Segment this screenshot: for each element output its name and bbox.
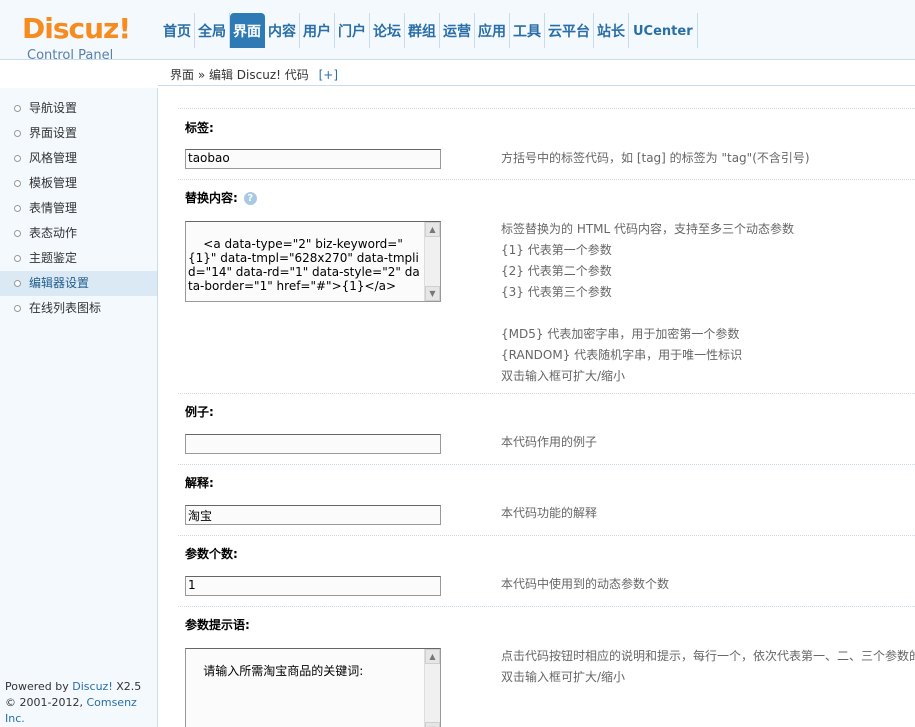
tag-input[interactable]: taobao bbox=[185, 149, 441, 169]
row-divider bbox=[178, 108, 915, 109]
sidebar: 导航设置 界面设置 风格管理 模板管理 表情管理 表态动作 主题鉴定 编辑器设置 在线列表图标 … bbox=[0, 88, 158, 727]
nav-tab[interactable]: 云平台 bbox=[545, 13, 594, 48]
breadcrumb: 界面 » 编辑 Discuz! 代码 [+] bbox=[170, 66, 338, 83]
tip-line: {RANDOM} 代表随机字串，用于唯一性标识 bbox=[501, 348, 743, 362]
replace-tips: 标签替换为的 HTML 代码内容，支持至多三个动态参数 {1} 代表第一个参数 {2… bbox=[501, 219, 794, 387]
textarea-scrollbar[interactable]: ▲ ▼ bbox=[424, 649, 440, 727]
params-label: 参数个数: bbox=[185, 547, 238, 561]
header: Discuz! Control Panel 首页 全局 界面 内容 用户 门户 论坛 群组 运营… bbox=[0, 0, 915, 63]
explain-label: 解释: bbox=[185, 476, 214, 490]
row-divider bbox=[178, 393, 915, 394]
scroll-down-icon[interactable]: ▼ bbox=[425, 722, 440, 727]
sidebar-menu: 导航设置 界面设置 风格管理 模板管理 表情管理 表态动作 主题鉴定 编辑器设置 在线列表图标 bbox=[0, 88, 157, 321]
params-tip: 本代码中使用到的动态参数个数 bbox=[501, 577, 670, 591]
copyright: © 2001-2012, Comsenz Inc. bbox=[5, 695, 157, 727]
sidebar-item[interactable]: 模板管理 bbox=[0, 171, 157, 196]
tip-line: {3} 代表第三个参数 bbox=[501, 285, 612, 299]
tip-line: 标签替换为的 HTML 代码内容，支持至多三个动态参数 bbox=[501, 222, 795, 236]
tip-line: {1} 代表第一个参数 bbox=[501, 243, 612, 257]
sidebar-item[interactable]: 风格管理 bbox=[0, 146, 157, 171]
scroll-down-icon[interactable]: ▼ bbox=[425, 286, 440, 301]
row-divider bbox=[178, 606, 915, 607]
tip-line: 点击代码按钮时相应的说明和提示，每行一个，依次代表第一、二、三个参数的 bbox=[501, 649, 915, 663]
example-tip: 本代码作用的例子 bbox=[501, 435, 598, 449]
tag-tip: 方括号中的标签代码，如 [tag] 的标签为 "tag"(不含引号) bbox=[501, 151, 810, 165]
textarea-scrollbar[interactable]: ▲ ▼ bbox=[424, 222, 440, 301]
sidebar-item[interactable]: 主题鉴定 bbox=[0, 246, 157, 271]
top-nav: 首页 全局 界面 内容 用户 门户 论坛 群组 运营 应用 工具 云平台 站长 UCenter bbox=[160, 13, 698, 48]
logo[interactable]: Discuz! Control Panel bbox=[0, 0, 158, 63]
sidebar-item[interactable]: 导航设置 bbox=[0, 96, 157, 121]
sidebar-item[interactable]: 界面设置 bbox=[0, 121, 157, 146]
tip-line bbox=[501, 303, 794, 324]
replace-label-wrap: 替换内容:? bbox=[185, 189, 257, 206]
add-shortcut-link[interactable]: [+] bbox=[319, 68, 338, 82]
powered-version: X2.5 bbox=[112, 680, 142, 693]
nav-tab[interactable]: 全局 bbox=[195, 13, 230, 48]
prompt-textarea[interactable]: 请输入所需淘宝商品的关键词: ▲ ▼ bbox=[185, 648, 441, 727]
replace-label: 替换内容: bbox=[185, 191, 238, 205]
logo-sub: Control Panel bbox=[27, 48, 114, 63]
prompt-label: 参数提示语: bbox=[185, 618, 250, 632]
powered-prefix: Powered by bbox=[5, 680, 73, 693]
nav-tab[interactable]: 门户 bbox=[335, 13, 370, 48]
params-input[interactable]: 1 bbox=[185, 576, 441, 596]
powered-by: Powered by Discuz! X2.5 bbox=[5, 679, 157, 695]
powered-brand-link[interactable]: Discuz! bbox=[72, 680, 112, 693]
sidebar-item[interactable]: 表态动作 bbox=[0, 221, 157, 246]
breadcrumb-bar: 界面 » 编辑 Discuz! 代码 [+] bbox=[158, 60, 915, 86]
nav-tab[interactable]: UCenter bbox=[629, 13, 698, 48]
row-divider bbox=[178, 464, 915, 465]
nav-tab[interactable]: 内容 bbox=[265, 13, 300, 48]
nav-tab[interactable]: 群组 bbox=[405, 13, 440, 48]
replace-textarea-value: <a data-type="2" biz-keyword="{1}" data-… bbox=[188, 237, 420, 293]
explain-input[interactable]: 淘宝 bbox=[185, 505, 441, 525]
row-divider bbox=[178, 535, 915, 536]
tip-line: {2} 代表第二个参数 bbox=[501, 264, 612, 278]
nav-tab[interactable]: 工具 bbox=[510, 13, 545, 48]
nav-tab[interactable]: 首页 bbox=[160, 13, 195, 48]
help-icon[interactable]: ? bbox=[243, 192, 257, 205]
row-divider bbox=[178, 179, 915, 180]
nav-tab[interactable]: 站长 bbox=[594, 13, 629, 48]
tag-label: 标签: bbox=[185, 121, 214, 135]
sidebar-item[interactable]: 在线列表图标 bbox=[0, 296, 157, 321]
breadcrumb-text: 界面 » 编辑 Discuz! 代码 bbox=[170, 68, 309, 82]
nav-tab[interactable]: 用户 bbox=[300, 13, 335, 48]
nav-tab[interactable]: 界面 bbox=[230, 13, 265, 48]
nav-tab[interactable]: 运营 bbox=[440, 13, 475, 48]
nav-tab[interactable]: 论坛 bbox=[370, 13, 405, 48]
example-label: 例子: bbox=[185, 405, 214, 419]
prompt-textarea-value: 请输入所需淘宝商品的关键词: bbox=[203, 664, 364, 678]
example-input[interactable] bbox=[185, 434, 441, 454]
logo-main: Discuz! bbox=[22, 12, 131, 45]
nav-tab[interactable]: 应用 bbox=[475, 13, 510, 48]
tip-line: {MD5} 代表加密字串，用于加密第一个参数 bbox=[501, 327, 740, 341]
sidebar-footer: Powered by Discuz! X2.5 © 2001-2012, Com… bbox=[5, 679, 157, 727]
sidebar-item[interactable]: 编辑器设置 bbox=[0, 271, 157, 296]
scroll-up-icon[interactable]: ▲ bbox=[425, 649, 440, 664]
sidebar-item[interactable]: 表情管理 bbox=[0, 196, 157, 221]
scroll-up-icon[interactable]: ▲ bbox=[425, 222, 440, 237]
main-content: 标签: taobao 方括号中的标签代码，如 [tag] 的标签为 "tag"(… bbox=[158, 88, 915, 727]
replace-textarea[interactable]: <a data-type="2" biz-keyword="{1}" data-… bbox=[185, 221, 441, 302]
tip-line: 双击输入框可扩大/缩小 bbox=[501, 670, 626, 684]
tip-line: 双击输入框可扩大/缩小 bbox=[501, 369, 626, 383]
explain-tip: 本代码功能的解释 bbox=[501, 506, 598, 520]
prompt-tips: 点击代码按钮时相应的说明和提示，每行一个，依次代表第一、二、三个参数的 双击输入框… bbox=[501, 646, 915, 688]
copyright-prefix: © 2001-2012, bbox=[5, 696, 87, 709]
